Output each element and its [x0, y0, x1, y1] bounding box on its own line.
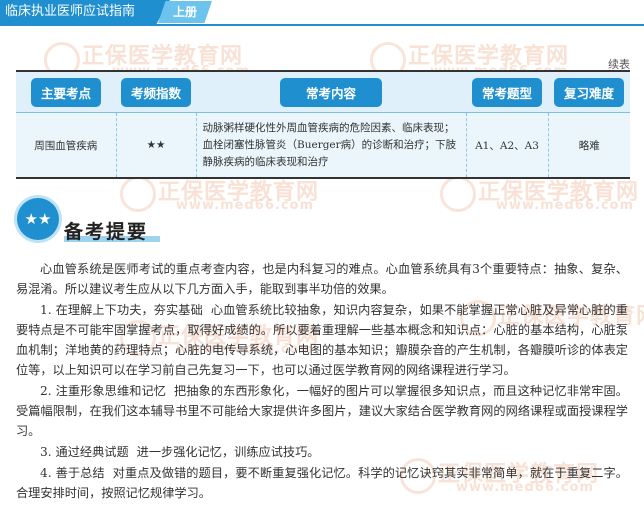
paragraph-lead: 1. 在理解上下功夫，夯实基础 [40, 303, 203, 317]
watermark-brand: 正保医学教育网 [82, 44, 244, 69]
header-question-types: 常考题型 [466, 70, 548, 113]
watermark-seal [120, 176, 156, 212]
table-row: 周围血管疾病 ★★ 动脉粥样硬化性外周血管疾病的危险因素、临床表现；血栓闭塞性脉… [16, 112, 630, 179]
paragraph-lead: 4. 善于总结 [40, 466, 105, 480]
header-difficulty: 复习难度 [548, 70, 630, 113]
paragraph: 2. 注重形象思维和记忆 把抽象的东西形象化，一幅好的图片可以掌握很多知识点，而且… [16, 384, 628, 438]
paragraph: 3. 通过经典试题 进一步强化记忆，训练应试技巧。 [40, 445, 320, 459]
cell-content: 动脉粥样硬化性外周血管疾病的危险因素、临床表现；血栓闭塞性脉管炎（Buerger… [195, 112, 466, 179]
watermark-url: www.med66.com [496, 198, 635, 213]
cell-frequency: ★★ [115, 112, 196, 179]
header-topic: 主要考点 [16, 70, 116, 113]
paragraph: 4. 善于总结 对重点及做错的题目，要不断重复强化记忆。科学的记忆诀窍其实非常简单… [16, 466, 628, 500]
cell-difficulty: 略难 [547, 112, 630, 179]
cell-question-types: A1、A2、A3 [465, 112, 548, 179]
page-header: 临床执业医师应试指南 上册 [0, 0, 644, 26]
paragraph-lead: 3. 通过经典试题 [40, 445, 129, 459]
watermark-seal [440, 176, 476, 212]
header-content: 常考内容 [196, 70, 466, 113]
stars-icon: ★★ [17, 198, 59, 240]
exam-points-table: 主要考点 考频指数 常考内容 常考题型 复习难度 周围血管疾病 ★★ 动脉粥样硬… [16, 70, 630, 179]
book-title: 临床执业医师应试指南 [0, 0, 170, 24]
cell-topic: 周围血管疾病 [16, 112, 116, 179]
watermark-brand: 正保医学教育网 [408, 44, 570, 69]
study-tips-body: 心血管系统是医师考试的重点考查内容，也是内科复习的难点。心血管系统具有3个重要特… [16, 259, 628, 504]
section-title: 备考提要 [64, 221, 149, 243]
table-header-row: 主要考点 考频指数 常考内容 常考题型 复习难度 [16, 70, 630, 113]
paragraph: 1. 在理解上下功夫，夯实基础 心血管系统比较抽象，知识内容复杂，如果不能掌握正常… [16, 303, 628, 377]
header-frequency: 考频指数 [116, 70, 196, 113]
volume-badge: 上册 [158, 1, 212, 23]
paragraph-lead: 2. 注重形象思维和记忆 [40, 384, 167, 398]
paragraph: 心血管系统是医师考试的重点考查内容，也是内科复习的难点。心血管系统具有3个重要特… [16, 262, 628, 296]
header-divider [0, 24, 644, 26]
watermark-url: www.med66.com [176, 198, 315, 213]
